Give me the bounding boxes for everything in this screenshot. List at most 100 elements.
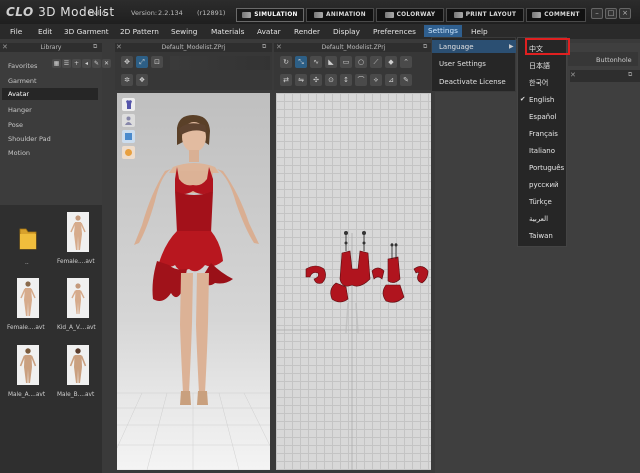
simulate-icon[interactable]: ✲	[121, 74, 133, 86]
menu-preferences[interactable]: Preferences	[373, 27, 416, 36]
measure-icon[interactable]: ⊿	[385, 74, 397, 86]
texture-icon[interactable]	[122, 130, 135, 143]
avatar-thumbnail[interactable]	[67, 278, 89, 318]
file-name: Male_A....avt	[8, 392, 46, 398]
avatar-thumbnail[interactable]	[67, 212, 89, 252]
avatar-icon[interactable]	[122, 114, 135, 127]
free-sewing-icon[interactable]: ⇋	[295, 74, 307, 86]
language-item-english[interactable]: English	[529, 96, 554, 104]
skin-icon[interactable]	[122, 146, 135, 159]
mode-tab-simulation[interactable]: SIMULATION	[236, 8, 304, 22]
colorway-icon	[384, 12, 394, 18]
menu-file[interactable]: File	[10, 27, 22, 36]
avatar-thumbnail[interactable]	[17, 345, 39, 385]
menu-settings[interactable]: Settings	[424, 25, 462, 37]
delete-icon[interactable]: ✕	[102, 59, 111, 68]
rectangle-icon[interactable]: ▭	[340, 56, 352, 68]
avatar-thumbnail[interactable]	[17, 278, 39, 318]
menu-materials[interactable]: Materials	[211, 27, 244, 36]
circle-icon[interactable]: ○	[355, 56, 367, 68]
library-category-pose[interactable]: Pose	[8, 121, 23, 129]
settings-item-user-settings[interactable]: User Settings	[439, 60, 486, 68]
view3d-title: Default_Modelist.ZPrj	[115, 43, 272, 52]
maximize-button[interactable]: □	[605, 8, 617, 19]
transform-pattern-icon[interactable]: ↻	[280, 56, 292, 68]
notch-icon[interactable]: ⌃	[400, 56, 412, 68]
simulation-icon	[242, 12, 252, 18]
library-category-motion[interactable]: Motion	[8, 149, 30, 157]
avatar-figure-icon	[70, 215, 86, 250]
menu-render[interactable]: Render	[294, 27, 320, 36]
tack-icon[interactable]: ✣	[310, 74, 322, 86]
mode-tab-colorway[interactable]: COLORWAY	[376, 8, 444, 22]
menu-sewing[interactable]: Sewing	[171, 27, 197, 36]
grid-view-icon[interactable]: ▦	[52, 59, 61, 68]
close-button[interactable]: ×	[619, 8, 631, 19]
library-category-favorites[interactable]: Favorites	[8, 62, 37, 70]
menu-avatar[interactable]: Avatar	[257, 27, 281, 36]
mode-tab-print-layout[interactable]: PRINT LAYOUT	[446, 8, 524, 22]
settings-item-language[interactable]: Language	[439, 43, 474, 51]
close-icon[interactable]: ✕	[116, 43, 122, 51]
pin-icon[interactable]: ⊙	[325, 74, 337, 86]
menu-edit[interactable]: Edit	[38, 27, 52, 36]
language-item-korean[interactable]: 한국어	[529, 78, 548, 88]
mode-tab-animation[interactable]: ANIMATION	[306, 8, 374, 22]
segment-sewing-icon[interactable]: ⇄	[280, 74, 292, 86]
2d-pattern-viewport[interactable]	[276, 93, 431, 470]
menu-3d-garment[interactable]: 3D Garment	[64, 27, 109, 36]
fold-icon[interactable]: ⌒	[355, 74, 367, 86]
select-move-icon[interactable]: ⤢	[136, 56, 148, 68]
minimize-button[interactable]: –	[591, 8, 603, 19]
polygon-icon[interactable]: ◣	[325, 56, 337, 68]
garment-icon[interactable]	[122, 98, 135, 111]
menu-display[interactable]: Display	[333, 27, 360, 36]
version-number: 2.2.134	[158, 9, 183, 17]
list-item[interactable]	[18, 225, 38, 253]
transform-icon[interactable]: ⊡	[151, 56, 163, 68]
back-icon[interactable]: ◂	[82, 59, 91, 68]
3d-viewport[interactable]	[106, 93, 283, 471]
close-icon[interactable]: ✕	[276, 43, 282, 51]
language-item-spanish[interactable]: Español	[529, 113, 556, 121]
arrange-icon[interactable]: ❖	[136, 74, 148, 86]
mode-tab-comment[interactable]: COMMENT	[526, 8, 586, 22]
checkmark-icon: ✔	[520, 95, 526, 103]
add-folder-icon[interactable]: +	[72, 59, 81, 68]
internal-line-icon[interactable]: ⟋	[370, 56, 382, 68]
library-category-hanger[interactable]: Hanger	[8, 106, 32, 114]
language-item-portuguese[interactable]: Português	[529, 164, 564, 172]
float-icon[interactable]: ⧉	[423, 43, 427, 51]
settings-item-deactivate-license[interactable]: Deactivate License	[439, 78, 506, 86]
trace-icon[interactable]: ⟡	[370, 74, 382, 86]
language-item-italian[interactable]: Italiano	[529, 147, 555, 155]
annotation-icon[interactable]: ✎	[400, 74, 412, 86]
language-item-french[interactable]: Français	[529, 130, 558, 138]
edit-icon[interactable]: ✎	[92, 59, 101, 68]
language-item-taiwan[interactable]: Taiwan	[529, 232, 553, 240]
grain-icon[interactable]: ↕	[340, 74, 352, 86]
float-icon[interactable]: ⧉	[93, 43, 97, 51]
avatar-figure-icon	[71, 283, 85, 314]
avatar-thumbnail[interactable]	[67, 345, 89, 385]
language-item-turkish[interactable]: Türkçe	[529, 198, 552, 206]
file-name: Female....avt	[57, 259, 95, 265]
library-category-garment[interactable]: Garment	[8, 77, 37, 85]
language-item-japanese[interactable]: 日本語	[529, 61, 550, 71]
list-view-icon[interactable]: ☰	[62, 59, 71, 68]
rotate-icon[interactable]: ✥	[121, 56, 133, 68]
close-icon[interactable]: ✕	[570, 71, 576, 79]
library-category-shoulder-pad[interactable]: Shoulder Pad	[8, 135, 51, 143]
language-item-russian[interactable]: русский	[529, 181, 559, 189]
view2d-title: Default_Modelist.ZPrj	[274, 43, 433, 52]
edit-curve-icon[interactable]: ∿	[310, 56, 322, 68]
menu-help[interactable]: Help	[471, 27, 488, 36]
edit-point-icon[interactable]: ⤡	[295, 56, 307, 68]
dart-icon[interactable]: ◆	[385, 56, 397, 68]
library-category-avatar[interactable]: Avatar	[2, 88, 98, 100]
language-item-arabic[interactable]: العربية	[529, 215, 548, 223]
close-icon[interactable]: ✕	[2, 43, 8, 51]
float-icon[interactable]: ⧉	[262, 43, 266, 51]
menu-2d-pattern[interactable]: 2D Pattern	[120, 27, 159, 36]
float-icon[interactable]: ⧉	[628, 71, 632, 79]
